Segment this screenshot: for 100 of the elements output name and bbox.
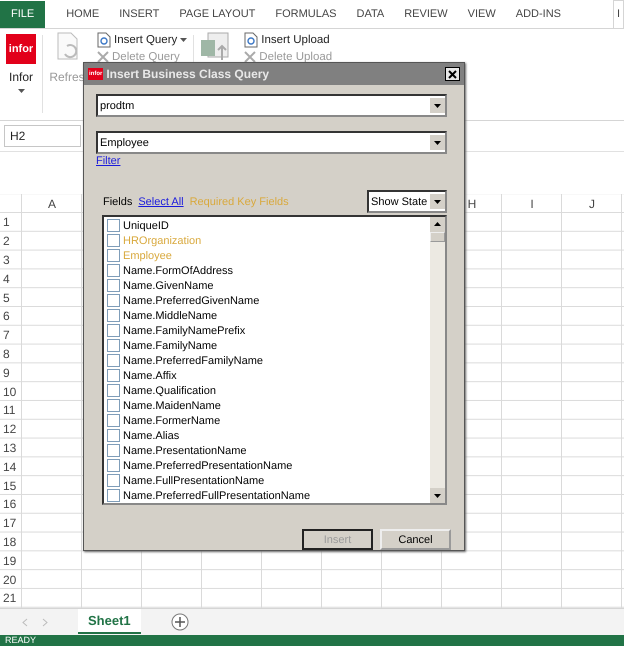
checkbox[interactable] [107,369,120,382]
ribbon-tab[interactable]: HOME [56,0,110,28]
checkbox[interactable] [107,309,120,322]
field-name[interactable]: Name.Alias [123,430,180,442]
checkbox[interactable] [107,399,120,412]
caret-icon[interactable] [18,89,24,93]
checkbox[interactable] [107,219,120,232]
checkbox[interactable] [107,264,120,277]
column-header[interactable]: I [530,196,534,210]
scroll-up-icon[interactable] [430,217,445,232]
row-header[interactable]: 10 [3,384,16,399]
checkbox[interactable] [107,474,120,487]
checkbox[interactable] [107,339,120,352]
row-header[interactable]: 11 [3,403,16,418]
field-name[interactable]: Name.FormOfAddress [123,264,234,276]
column-header[interactable]: J [589,196,595,210]
ribbon-tab[interactable]: REVIEW [394,0,458,28]
ribbon-tab[interactable]: INSERT [109,0,170,28]
checkbox[interactable] [107,429,120,442]
ribbon-tab[interactable]: FILE [0,0,46,28]
row-header[interactable]: 8 [3,346,10,361]
row-header[interactable]: 4 [3,272,10,286]
ribbon-tab[interactable]: VIEW [458,0,506,28]
field-name[interactable]: Name.PreferredGivenName [123,294,260,306]
row-header[interactable]: 16 [3,497,16,512]
checkbox[interactable] [107,249,120,262]
field-name[interactable]: Name.GivenName [123,280,214,292]
column-header[interactable]: A [48,196,56,210]
row-header[interactable]: 3 [3,252,10,267]
ribbon-tab[interactable]: PAGE LAYOUT [169,0,266,28]
row-header[interactable]: 19 [3,554,16,568]
checkbox[interactable] [107,294,120,307]
checkbox[interactable] [107,384,120,397]
ribbon-tab[interactable]: DATA [346,0,394,28]
sheet-tab[interactable]: Sheet1 [78,608,141,634]
row-header[interactable]: 9 [3,366,10,380]
row-header[interactable]: 2 [3,234,10,248]
row-header[interactable]: 15 [3,478,16,493]
field-name[interactable]: Name.PreferredFamilyName [123,354,263,366]
scrollbar[interactable] [430,217,445,503]
row-header[interactable]: 20 [3,572,16,587]
close-button[interactable] [445,67,460,81]
scroll-thumb[interactable] [430,232,445,242]
field-name[interactable]: Name.PreferredFullPresentationName [123,490,310,502]
upload-query-icon [244,32,258,48]
checkbox[interactable] [107,459,120,472]
insert-query-button[interactable]: Insert Query [114,34,178,46]
ribbon-tab[interactable]: ADD-INS [506,0,571,28]
field-name[interactable]: Name.FamilyNamePrefix [123,324,246,336]
fields-label: Fields [103,196,132,208]
scroll-down-icon[interactable] [430,488,445,503]
filter-link[interactable]: Filter [96,155,120,167]
row-header[interactable]: 7 [3,328,10,342]
name-box[interactable]: H2 [4,125,81,147]
field-name[interactable]: UniqueID [123,220,169,232]
field-name[interactable]: Name.FullPresentationName [123,474,264,486]
checkbox[interactable] [107,414,120,427]
row-header[interactable]: 1 [3,215,10,230]
checkbox[interactable] [107,324,120,337]
select-all-link[interactable]: Select All [138,196,184,208]
database-dropdown[interactable]: prodtm [96,94,447,117]
checkbox[interactable] [107,234,120,247]
query-icon [97,32,111,48]
row-header[interactable]: 6 [3,309,10,324]
row-header[interactable]: 14 [3,460,16,474]
business-class-dropdown[interactable]: Employee [96,131,447,154]
checkbox[interactable] [107,279,120,292]
field-name[interactable]: Name.Qualification [123,384,216,396]
row-header[interactable]: 12 [3,422,16,436]
next-sheet-icon[interactable] [42,618,48,627]
checkbox[interactable] [107,444,120,457]
status-text: READY [5,635,36,645]
field-name[interactable]: Name.PreferredPresentationName [123,460,292,472]
dialog-title: Insert Business Class Query [106,67,270,81]
field-name[interactable]: Name.MaidenName [123,400,221,412]
required-key-fields-legend: Required Key Fields [190,196,289,208]
infor-label[interactable]: Infor [8,70,33,84]
checkbox[interactable] [107,489,120,502]
previous-sheet-icon[interactable] [22,618,28,627]
delete-x-icon [97,51,109,63]
dialog-button[interactable]: Cancel [380,529,451,550]
row-header[interactable]: 17 [3,516,16,530]
field-name[interactable]: Name.PresentationName [123,444,247,456]
field-name[interactable]: Name.FamilyName [123,340,218,352]
column-header[interactable]: H [468,196,476,210]
infor-logo[interactable]: infor [6,34,36,64]
ribbon-tab[interactable]: I [612,0,624,28]
row-header[interactable]: 21 [3,591,16,606]
row-header[interactable]: 13 [3,440,16,455]
show-state-dropdown[interactable]: Show State [367,190,447,213]
caret-icon[interactable] [180,38,188,42]
row-header[interactable]: 5 [3,290,10,305]
field-name[interactable]: Name.MiddleName [123,310,218,322]
row-header[interactable]: 18 [3,534,16,549]
field-name[interactable]: Name.FormerName [123,414,220,426]
insert-upload-button[interactable]: Insert Upload [261,34,330,46]
checkbox[interactable] [107,354,120,367]
field-name[interactable]: Name.Affix [123,370,177,382]
ribbon-tab[interactable]: FORMULAS [265,0,347,28]
add-sheet-icon[interactable] [170,612,189,631]
